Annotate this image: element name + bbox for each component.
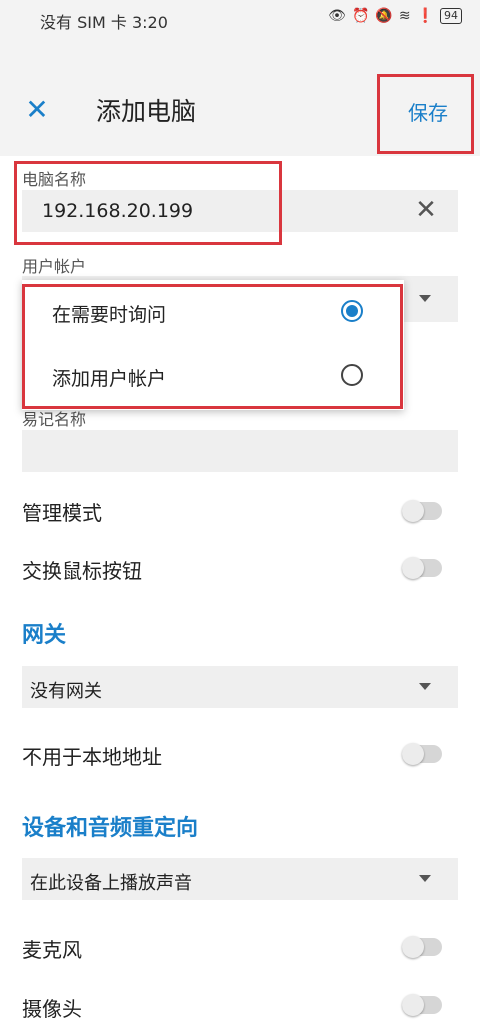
swap-mouse-label: 交换鼠标按钮 <box>22 559 142 583</box>
gateway-section-title: 网关 <box>22 623 67 648</box>
status-icons: 👁 ⏰ 🔕 ≋ ❗ 94 <box>328 8 462 24</box>
eye-icon: 👁 <box>328 8 346 24</box>
close-icon[interactable]: ✕ <box>22 95 52 125</box>
clear-icon[interactable]: ✕ <box>412 196 440 224</box>
mute-icon: 🔕 <box>375 8 393 24</box>
highlight-box-pc-name <box>14 161 282 245</box>
user-account-label: 用户帐户 <box>22 257 87 276</box>
battery-indicator: 94 <box>440 8 462 24</box>
admin-mode-toggle[interactable] <box>402 500 442 522</box>
gateway-value: 没有网关 <box>30 681 102 702</box>
bypass-local-label: 不用于本地地址 <box>22 745 162 769</box>
alert-icon: ❗ <box>416 8 434 24</box>
chevron-down-icon <box>419 683 431 690</box>
wifi-icon: ≋ <box>398 8 411 24</box>
chevron-down-icon <box>419 295 431 302</box>
swap-mouse-toggle[interactable] <box>402 557 442 579</box>
chevron-down-icon <box>419 875 431 882</box>
camera-label: 摄像头 <box>22 997 82 1021</box>
highlight-box-popup <box>22 284 403 409</box>
bypass-local-toggle[interactable] <box>402 743 442 765</box>
microphone-label: 麦克风 <box>22 938 82 962</box>
status-carrier-time: 没有 SIM 卡 3:20 <box>40 13 168 32</box>
redirect-section-title: 设备和音频重定向 <box>22 816 199 841</box>
alarm-icon: ⏰ <box>351 8 370 24</box>
friendly-name-field[interactable] <box>22 430 458 472</box>
highlight-box-save <box>377 74 474 154</box>
camera-toggle[interactable] <box>402 994 442 1016</box>
admin-mode-label: 管理模式 <box>22 501 102 525</box>
sound-value: 在此设备上播放声音 <box>30 873 192 894</box>
microphone-toggle[interactable] <box>402 936 442 958</box>
page-title: 添加电脑 <box>96 97 197 126</box>
